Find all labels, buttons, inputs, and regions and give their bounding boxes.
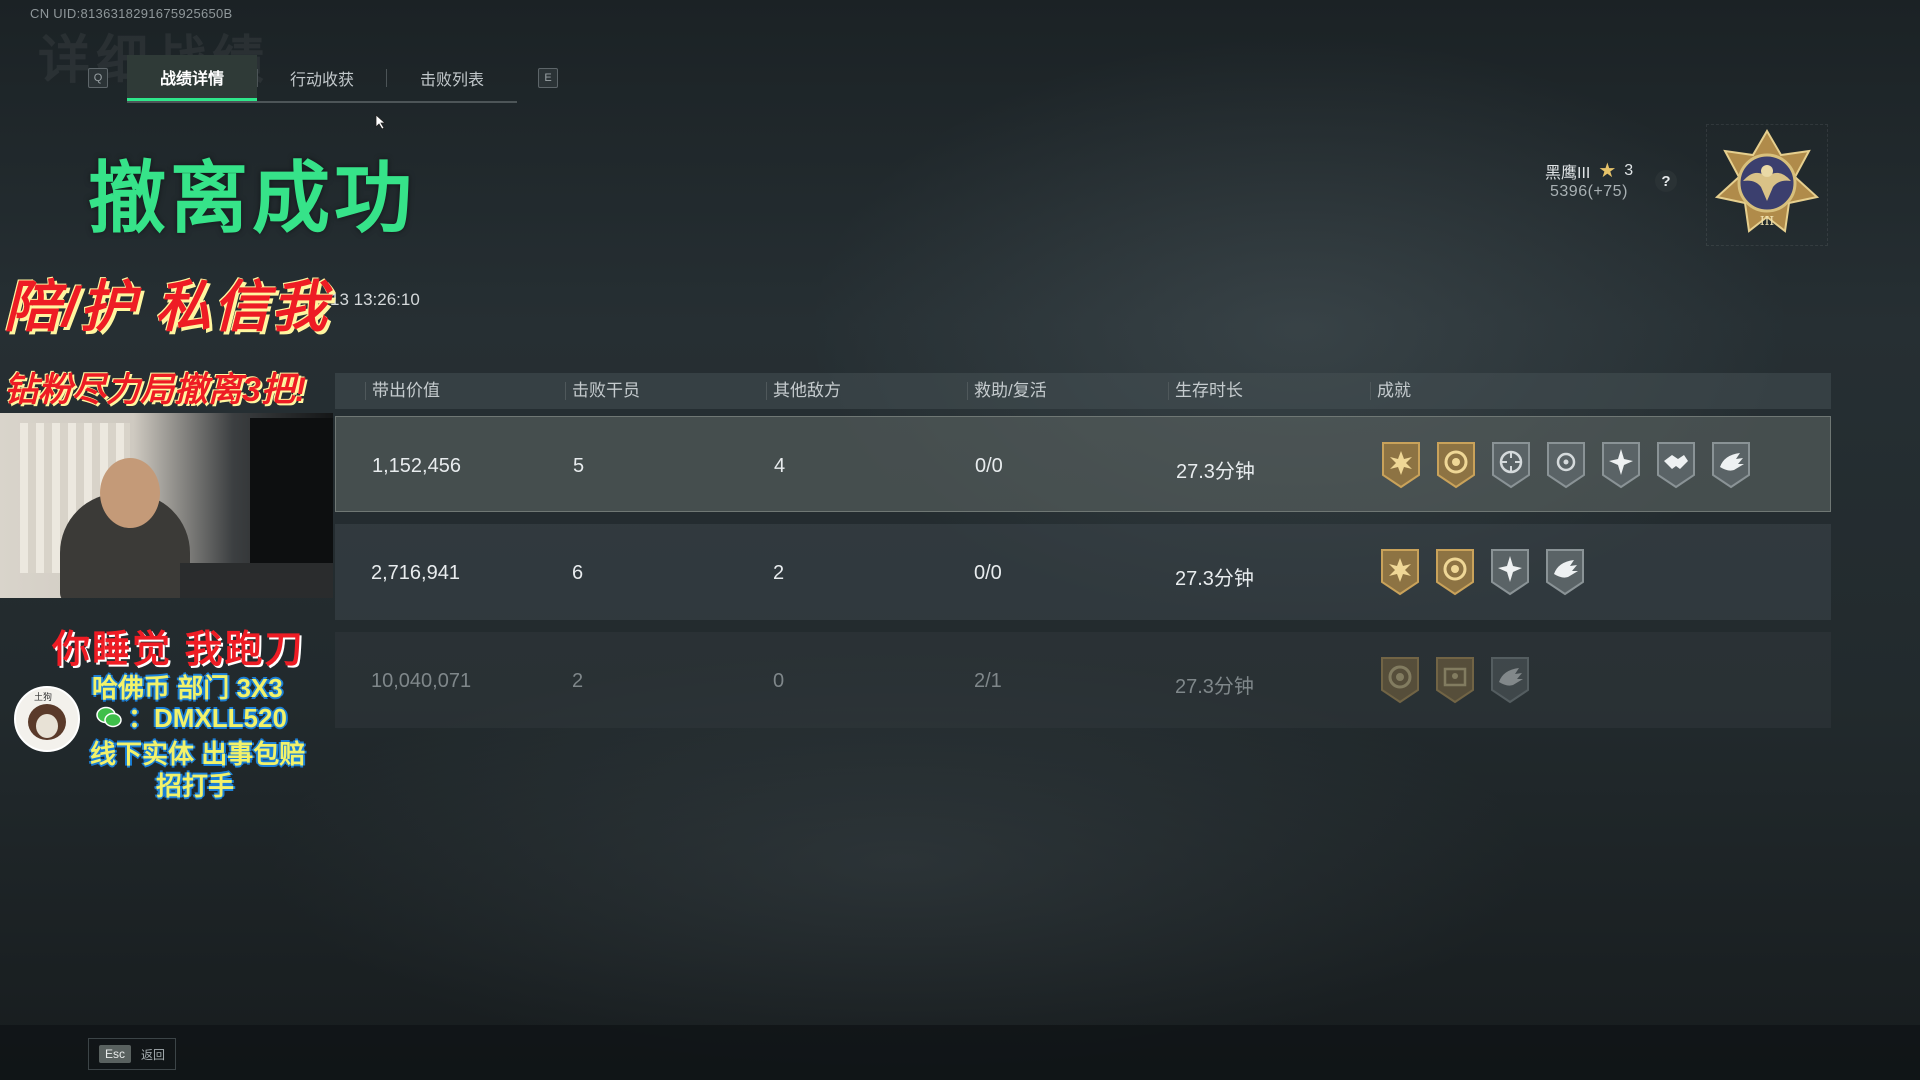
star-burst-icon[interactable] bbox=[1600, 439, 1642, 489]
cell-assist: 2/1 bbox=[974, 670, 1002, 692]
achievement-list bbox=[1380, 439, 1752, 489]
rank-stars: 3 bbox=[1624, 161, 1634, 179]
cell-survival-time: 27.3分钟 bbox=[1175, 676, 1254, 698]
stats-table-header: 带出价值 击败干员 其他敌方 救助/复活 生存时长 成就 bbox=[335, 373, 1831, 409]
tab-label: 战绩详情 bbox=[159, 70, 224, 88]
rank-emblem: III bbox=[1706, 124, 1828, 246]
svg-text:III: III bbox=[1760, 214, 1774, 228]
key-hint-e: E bbox=[538, 68, 558, 88]
table-row[interactable]: 2,716,941 6 2 0/0 27.3分钟 bbox=[335, 524, 1831, 620]
wechat-icon bbox=[96, 706, 122, 727]
promo-wechat: ：DMXLL520 bbox=[96, 698, 287, 735]
cell-kills: 5 bbox=[573, 455, 585, 477]
coin-badge-icon[interactable] bbox=[1434, 546, 1476, 596]
target-cycle-icon[interactable] bbox=[1490, 439, 1532, 489]
tab-stats-detail[interactable]: 战绩详情 bbox=[127, 55, 257, 101]
column-header-survival-time: 生存时长 bbox=[1168, 382, 1243, 400]
cell-value: 2,716,941 bbox=[371, 562, 460, 584]
column-header-achievements: 成就 bbox=[1370, 382, 1411, 400]
coin-badge-icon[interactable] bbox=[1379, 654, 1421, 704]
tab-loot[interactable]: 行动收获 bbox=[257, 55, 387, 101]
match-timestamp: 13 13:26:10 bbox=[330, 290, 420, 309]
webcam-monitor bbox=[250, 418, 333, 568]
wing-icon[interactable] bbox=[1710, 439, 1752, 489]
handshake-icon[interactable] bbox=[1655, 439, 1697, 489]
cell-survival-time: 27.3分钟 bbox=[1175, 568, 1254, 590]
eagle-emblem-icon: III bbox=[1714, 129, 1820, 233]
burst-badge-icon[interactable] bbox=[1379, 546, 1421, 596]
card-badge-icon[interactable] bbox=[1434, 654, 1476, 704]
column-header-kills: 击败干员 bbox=[565, 382, 640, 400]
achievement-list bbox=[1379, 654, 1531, 704]
tab-divider bbox=[257, 69, 258, 87]
back-button[interactable]: Esc 返回 bbox=[88, 1038, 177, 1070]
cell-other-enemies: 4 bbox=[774, 455, 786, 477]
burst-badge-icon[interactable] bbox=[1380, 439, 1422, 489]
webcam-feed bbox=[0, 413, 333, 598]
table-row[interactable]: 10,040,071 2 0 2/1 27.3分钟 bbox=[335, 632, 1831, 728]
promo-text-escort: 陪/护 私信我 bbox=[4, 275, 330, 338]
star-icon: ★ bbox=[1598, 160, 1617, 182]
key-hint-q: Q bbox=[88, 68, 108, 88]
star-burst-icon[interactable] bbox=[1489, 546, 1531, 596]
cell-value: 10,040,071 bbox=[371, 670, 472, 692]
back-label: 返回 bbox=[141, 1047, 166, 1062]
streamer-avatar: 土狗 bbox=[14, 686, 80, 752]
mouse-cursor-icon bbox=[375, 114, 387, 130]
help-icon[interactable]: ? bbox=[1655, 170, 1677, 192]
cell-kills: 2 bbox=[572, 670, 584, 692]
wing-icon[interactable] bbox=[1489, 654, 1531, 704]
column-header-other-enemies: 其他敌方 bbox=[766, 382, 841, 400]
tab-bar: 战绩详情 行动收获 击败列表 bbox=[127, 55, 517, 103]
avatar-tag: 土狗 bbox=[34, 692, 53, 702]
column-header-value: 带出价值 bbox=[365, 382, 440, 400]
esc-key: Esc bbox=[99, 1045, 132, 1063]
table-row[interactable]: 1,152,456 5 4 0/0 27.3分钟 bbox=[335, 416, 1831, 512]
cell-survival-time: 27.3分钟 bbox=[1176, 461, 1255, 483]
cell-value: 1,152,456 bbox=[372, 455, 461, 477]
cell-other-enemies: 2 bbox=[773, 562, 785, 584]
wing-icon[interactable] bbox=[1544, 546, 1586, 596]
tab-label: 行动收获 bbox=[289, 72, 354, 89]
promo-text-slogan: 你睡觉 我跑刀 bbox=[52, 629, 305, 671]
bottom-bar bbox=[0, 1025, 1920, 1080]
extraction-status-title: 撤离成功 bbox=[88, 154, 417, 242]
promo-text-fans: 钻粉尽力局撤离3把! bbox=[4, 371, 307, 409]
cell-other-enemies: 0 bbox=[773, 670, 785, 692]
webcam-desk bbox=[180, 563, 333, 598]
dog-face bbox=[36, 714, 58, 738]
rank-name: 黑鹰III bbox=[1545, 164, 1591, 182]
coin-badge-icon[interactable] bbox=[1435, 439, 1477, 489]
cell-assist: 0/0 bbox=[974, 562, 1002, 584]
wechat-id: ：DMXLL520 bbox=[128, 703, 287, 733]
tab-kill-list[interactable]: 击败列表 bbox=[387, 55, 517, 101]
column-header-assist: 救助/复活 bbox=[967, 382, 1047, 400]
rank-info: 黑鹰III ★ 3 bbox=[1545, 158, 1633, 183]
achievement-list bbox=[1379, 546, 1586, 596]
webcam-head bbox=[100, 458, 160, 528]
crosshair-icon[interactable] bbox=[1545, 439, 1587, 489]
promo-text-hire: 招打手 bbox=[156, 771, 235, 801]
tab-label: 击败列表 bbox=[419, 72, 484, 89]
cell-kills: 6 bbox=[572, 562, 584, 584]
cell-assist: 0/0 bbox=[975, 455, 1003, 477]
rank-points: 5396(+75) bbox=[1550, 183, 1628, 200]
